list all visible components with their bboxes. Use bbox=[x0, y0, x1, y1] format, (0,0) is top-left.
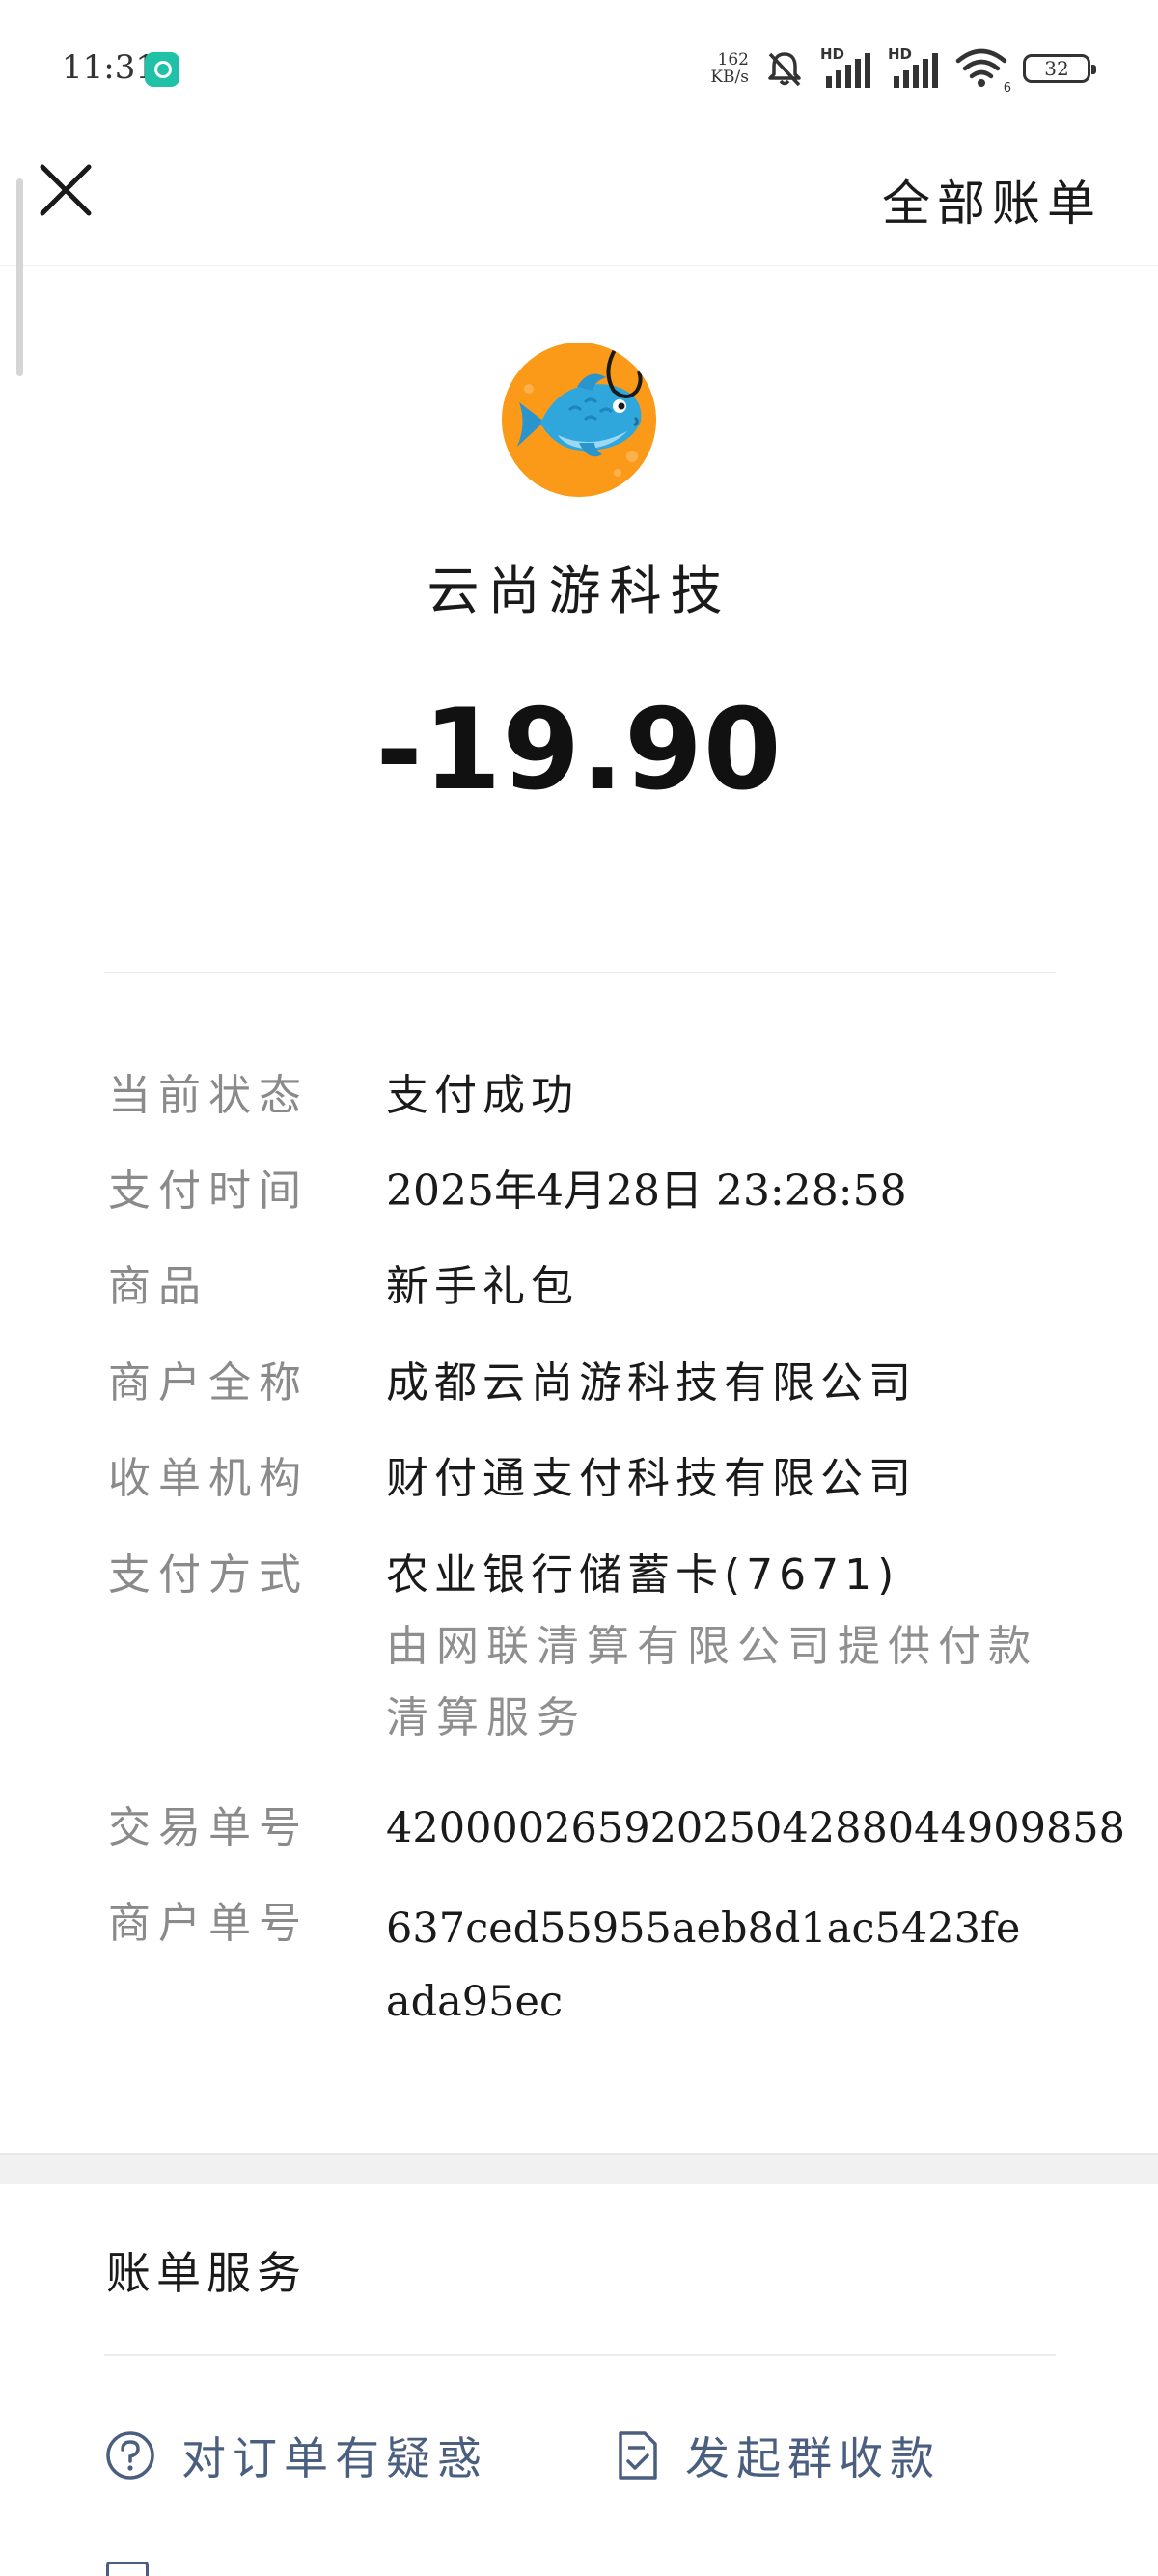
detail-row-merchant-no: 商户单号 637ced55955aeb8d1ac5423feada95ec bbox=[108, 1892, 1044, 2039]
status-value: 支付成功 bbox=[386, 1071, 579, 1120]
merchant-name: 云尚游科技 bbox=[427, 561, 731, 621]
order-question-button[interactable]: 对订单有疑惑 bbox=[104, 2424, 488, 2487]
mute-bell-icon bbox=[768, 52, 801, 87]
fish-logo-icon bbox=[502, 343, 656, 497]
status-label: 当前状态 bbox=[108, 1071, 309, 1120]
detail-row-product: 商品 新手礼包 bbox=[108, 1255, 1044, 1319]
all-bills-link[interactable]: 全部账单 bbox=[882, 165, 1102, 234]
signal-2: HD bbox=[888, 45, 940, 90]
divider bbox=[104, 972, 1056, 973]
detail-row-time: 支付时间 2025年4月28日 23:28:58 bbox=[108, 1160, 1044, 1223]
network-speed-unit: KB/s bbox=[710, 68, 749, 87]
payment-method-label: 支付方式 bbox=[108, 1550, 309, 1600]
product-value: 新手礼包 bbox=[386, 1262, 579, 1311]
group-collect-button[interactable]: 发起群收款 bbox=[616, 2424, 941, 2487]
document-check-icon bbox=[619, 2431, 657, 2480]
wifi-icon bbox=[955, 48, 1007, 87]
close-button[interactable] bbox=[37, 161, 95, 219]
scroll-indicator bbox=[16, 178, 23, 376]
wifi-badge: 6 bbox=[1003, 81, 1011, 96]
app-notification-icon bbox=[145, 52, 179, 87]
next-service-icon-partial bbox=[106, 2562, 149, 2576]
network-speed: 162 KB/s bbox=[710, 51, 749, 86]
merchant-full-label: 商户全称 bbox=[108, 1358, 309, 1408]
payment-method-block: 农业银行储蓄卡(7671) 由网联清算有限公司提供付款清算服务 bbox=[386, 1544, 1044, 1754]
status-bar: 11:31 162 KB/s HD HD 6 32 bbox=[0, 0, 1158, 140]
detail-row-method: 支付方式 农业银行储蓄卡(7671) 由网联清算有限公司提供付款清算服务 bbox=[108, 1544, 1044, 1754]
order-question-label: 对订单有疑惑 bbox=[181, 2432, 488, 2484]
transaction-no-value: 4200002659202504288044909858 bbox=[386, 1804, 1126, 1852]
payment-method-value: 农业银行储蓄卡(7671) bbox=[386, 1550, 900, 1600]
payment-method-note: 由网联清算有限公司提供付款清算服务 bbox=[386, 1622, 1038, 1742]
merchant-no-value: 637ced55955aeb8d1ac5423feada95ec bbox=[386, 1905, 1021, 2026]
payment-amount: -19.90 bbox=[375, 685, 783, 815]
question-circle-icon bbox=[106, 2431, 154, 2480]
network-speed-value: 162 bbox=[717, 50, 749, 69]
transaction-no-label: 交易单号 bbox=[108, 1803, 309, 1852]
battery-indicator: 32 bbox=[1023, 54, 1096, 83]
section-separator bbox=[0, 2153, 1158, 2184]
detail-row-acquirer: 收单机构 财付通支付科技有限公司 bbox=[108, 1447, 1044, 1511]
wifi: 6 bbox=[955, 47, 1011, 96]
payment-time-value: 2025年4月28日 23:28:58 bbox=[386, 1166, 907, 1216]
detail-row-transaction-no: 交易单号 4200002659202504288044909858 bbox=[108, 1796, 1125, 1860]
nav-bar: 全部账单 bbox=[0, 140, 1158, 266]
bill-service-title: 账单服务 bbox=[106, 2247, 307, 2299]
merchant-no-label: 商户单号 bbox=[108, 1899, 309, 1948]
acquirer-label: 收单机构 bbox=[108, 1454, 309, 1503]
merchant-avatar bbox=[502, 343, 656, 497]
acquirer-value: 财付通支付科技有限公司 bbox=[386, 1454, 917, 1503]
product-label: 商品 bbox=[108, 1262, 208, 1311]
signal-1: HD bbox=[820, 45, 872, 90]
close-icon bbox=[40, 164, 92, 216]
merchant-full-value: 成都云尚游科技有限公司 bbox=[386, 1358, 917, 1408]
detail-row-merchant-full: 商户全称 成都云尚游科技有限公司 bbox=[108, 1352, 1044, 1415]
divider bbox=[104, 2354, 1056, 2356]
status-time: 11:31 bbox=[62, 48, 156, 87]
battery-level: 32 bbox=[1044, 57, 1069, 80]
signal-bars-2-icon bbox=[894, 53, 938, 88]
signal-bars-1-icon bbox=[826, 53, 870, 88]
payment-time-label: 支付时间 bbox=[108, 1166, 309, 1216]
detail-row-status: 当前状态 支付成功 bbox=[108, 1064, 1044, 1128]
status-icons: 162 KB/s HD HD 6 32 bbox=[710, 44, 1096, 96]
group-collect-label: 发起群收款 bbox=[685, 2432, 941, 2484]
